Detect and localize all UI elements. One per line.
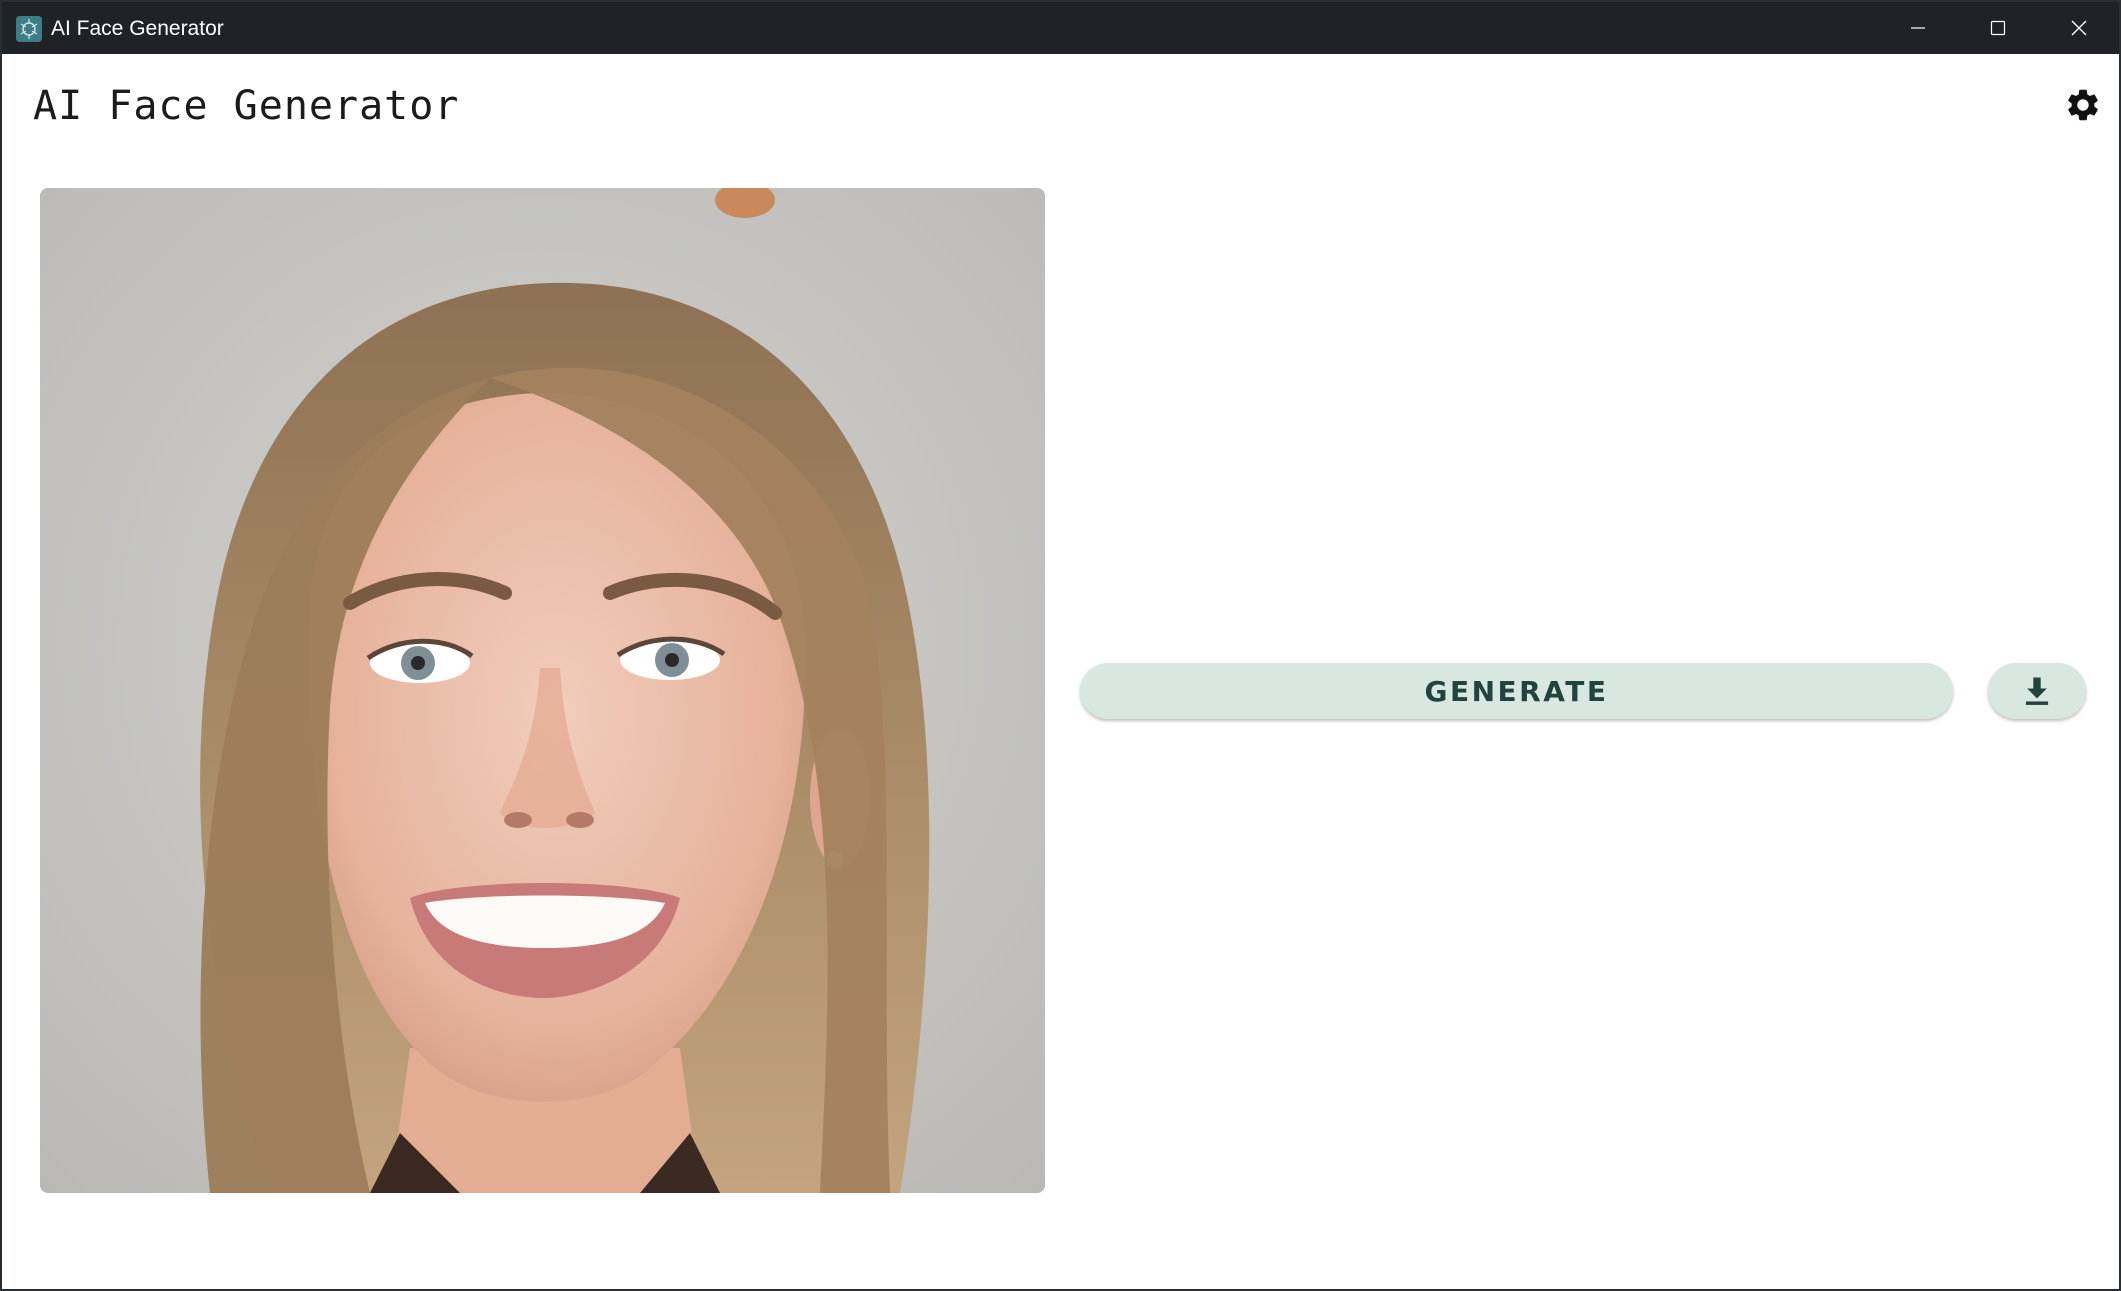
generate-button-label: GENERATE — [1424, 674, 1609, 708]
generated-face-image — [40, 188, 1045, 1193]
maximize-button[interactable] — [1958, 2, 2038, 54]
download-button[interactable] — [1988, 663, 2086, 719]
app-logo-icon — [16, 16, 42, 42]
maximize-icon — [1990, 20, 2006, 36]
title-bar[interactable]: AI Face Generator — [2, 2, 2119, 54]
page-title: AI Face Generator — [33, 83, 460, 129]
close-icon — [2071, 20, 2087, 36]
generate-button[interactable]: GENERATE — [1080, 663, 1953, 719]
close-button[interactable] — [2039, 2, 2119, 54]
window-title: AI Face Generator — [51, 17, 224, 40]
minimize-icon — [1911, 27, 1925, 29]
app-window: AI Face Generator AI Face Generator GENE… — [0, 0, 2121, 1291]
download-icon — [2025, 677, 2049, 705]
app-content: AI Face Generator GENERATE — [2, 54, 2119, 1289]
gear-icon — [2068, 89, 2098, 121]
settings-button[interactable] — [2060, 82, 2106, 128]
minimize-button[interactable] — [1878, 2, 1958, 54]
